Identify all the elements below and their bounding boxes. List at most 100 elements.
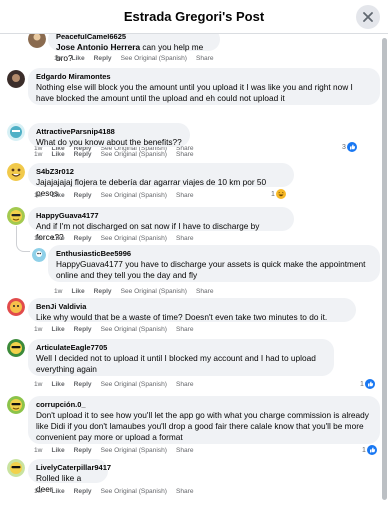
comment-author[interactable]: Edgardo Miramontes (36, 72, 372, 82)
comment-time[interactable]: 1w (34, 150, 42, 159)
comment-text: What do you know about the benefits?? (36, 137, 182, 147)
comment-text: Well I decided not to upload it until I … (36, 353, 316, 374)
haha-reaction-icon (275, 189, 286, 199)
share-button[interactable]: Share (176, 487, 194, 496)
see-original-button[interactable]: See Original (Spanish) (101, 380, 167, 389)
comment: ArticulateEagle7705 Well I decided not t… (0, 339, 380, 393)
comment-actions: 1w Like Reply See Original (Spanish) Sha… (54, 287, 214, 296)
see-original-button[interactable]: See Original (Spanish) (101, 150, 167, 159)
comment-time[interactable]: 1w (34, 191, 42, 200)
comment: PeacefulCamel6625 Jose Antonio Herrera c… (0, 34, 380, 64)
scrollbar[interactable] (382, 38, 387, 500)
comment-author[interactable]: ArticulateEagle7705 (36, 343, 326, 353)
share-button[interactable]: Share (176, 380, 194, 389)
comment-author[interactable]: AttractiveParsnip4188 (36, 127, 182, 137)
reaction-count[interactable]: 1 (360, 379, 375, 389)
avatar[interactable] (28, 34, 46, 48)
comment-time[interactable]: 1w (34, 487, 42, 496)
see-original-button[interactable]: See Original (Spanish) (101, 191, 167, 200)
comment-actions: 1w Like Reply See Original (Spanish) Sha… (34, 234, 194, 243)
share-button[interactable]: Share (196, 287, 214, 296)
avatar[interactable] (7, 396, 25, 414)
reply-button[interactable]: Reply (74, 234, 92, 243)
comment-author[interactable]: LivelyCaterpillar9417 (36, 463, 111, 473)
avatar[interactable] (7, 163, 25, 181)
comment-time[interactable]: 1w (34, 380, 42, 389)
comment-text: Don't upload it to see how you'll let th… (36, 410, 369, 442)
close-icon (363, 12, 373, 22)
comment: HappyGuava4177 And if I'm not discharged… (0, 207, 380, 243)
avatar[interactable] (7, 123, 25, 141)
comment-bubble: S4bZ3r012 Jajajajajaj flojera te debería… (28, 163, 294, 198)
post-dialog-header: Estrada Gregori's Post (0, 0, 388, 34)
like-button[interactable]: Like (71, 54, 84, 63)
comment-actions: 1w Like Reply See Original (Spanish) Sha… (34, 446, 194, 455)
share-button[interactable]: Share (176, 234, 194, 243)
avatar[interactable] (7, 339, 25, 357)
comment-text: HappyGuava4177 you have to discharge you… (56, 259, 366, 280)
comment-bubble: Edgardo Miramontes Nothing else will blo… (28, 68, 380, 105)
dialog-title: Estrada Gregori's Post (123, 9, 265, 24)
like-button[interactable]: Like (51, 150, 64, 159)
avatar[interactable] (32, 248, 46, 262)
comment-time[interactable]: 1w (34, 234, 42, 243)
like-button[interactable]: Like (51, 325, 64, 334)
like-button[interactable]: Like (51, 487, 64, 496)
close-button[interactable] (356, 5, 380, 29)
comment-actions: 1w Like Reply See Original (Spanish) Sha… (34, 380, 194, 389)
reply-button[interactable]: Reply (74, 191, 92, 200)
see-original-button[interactable]: See Original (Spanish) (101, 325, 167, 334)
comment-author[interactable]: BenJi Valdivia (36, 302, 348, 312)
comment-author[interactable]: S4bZ3r012 (36, 167, 286, 177)
comment-author[interactable]: PeacefulCamel6625 (56, 34, 212, 42)
share-button[interactable]: Share (196, 54, 214, 63)
avatar[interactable] (7, 207, 25, 225)
share-button[interactable]: Share (176, 150, 194, 159)
reply-button[interactable]: Reply (74, 487, 92, 496)
comment-time[interactable]: 1w (34, 446, 42, 455)
comment-bubble: BenJi Valdivia Like why would that be a … (28, 298, 356, 322)
reply-button[interactable]: Reply (94, 287, 112, 296)
comment-bubble: AttractiveParsnip4188 What do you know a… (28, 123, 190, 147)
reply-button[interactable]: Reply (74, 325, 92, 334)
comment-time[interactable]: 1w (54, 54, 62, 63)
share-button[interactable]: Share (176, 446, 194, 455)
like-button[interactable]: Like (71, 287, 84, 296)
like-reaction-icon (366, 445, 377, 455)
share-button[interactable]: Share (176, 325, 194, 334)
avatar[interactable] (7, 70, 25, 88)
like-button[interactable]: Like (51, 446, 64, 455)
see-original-button[interactable]: See Original (Spanish) (101, 234, 167, 243)
share-button[interactable]: Share (176, 191, 194, 200)
comment: BenJi Valdivia Like why would that be a … (0, 298, 380, 334)
comment-author[interactable]: corrupción.0_ (36, 400, 372, 410)
comment-time[interactable]: 1w (34, 325, 42, 334)
comment-text: Nothing else will block you the amount u… (36, 82, 353, 103)
see-original-button[interactable]: See Original (Spanish) (101, 446, 167, 455)
reply-button[interactable]: Reply (74, 150, 92, 159)
see-original-button[interactable]: See Original (Spanish) (101, 487, 167, 496)
reply-button[interactable]: Reply (94, 54, 112, 63)
see-original-button[interactable]: See Original (Spanish) (121, 54, 187, 63)
reply-button[interactable]: Reply (74, 380, 92, 389)
mention-link[interactable]: Jose Antonio Herrera (56, 42, 140, 52)
like-reaction-icon (364, 379, 375, 389)
comment-actions: 1w Like Reply See Original (Spanish) Sha… (54, 54, 214, 63)
comment-actions: 1w Like Reply See Original (Spanish) Sha… (34, 487, 194, 496)
reply-button[interactable]: Reply (74, 446, 92, 455)
reaction-count[interactable]: 1 (362, 445, 377, 455)
comment-author[interactable]: HappyGuava4177 (36, 211, 286, 221)
avatar[interactable] (7, 298, 25, 316)
reaction-count[interactable]: 1 (271, 189, 286, 199)
avatar[interactable] (7, 459, 25, 477)
comment-actions: 1w Like Reply See Original (Spanish) Sha… (34, 191, 194, 200)
like-button[interactable]: Like (51, 234, 64, 243)
see-original-button[interactable]: See Original (Spanish) (121, 287, 187, 296)
comment-bubble: HappyGuava4177 And if I'm not discharged… (28, 207, 294, 242)
comment-time[interactable]: 1w (54, 287, 62, 296)
comment-author[interactable]: EnthusiasticBee5996 (56, 249, 372, 259)
comment-reply: EnthusiasticBee5996 HappyGuava4177 you h… (0, 245, 380, 300)
comments-list[interactable]: PeacefulCamel6625 Jose Antonio Herrera c… (0, 34, 388, 512)
like-button[interactable]: Like (51, 380, 64, 389)
like-button[interactable]: Like (51, 191, 64, 200)
